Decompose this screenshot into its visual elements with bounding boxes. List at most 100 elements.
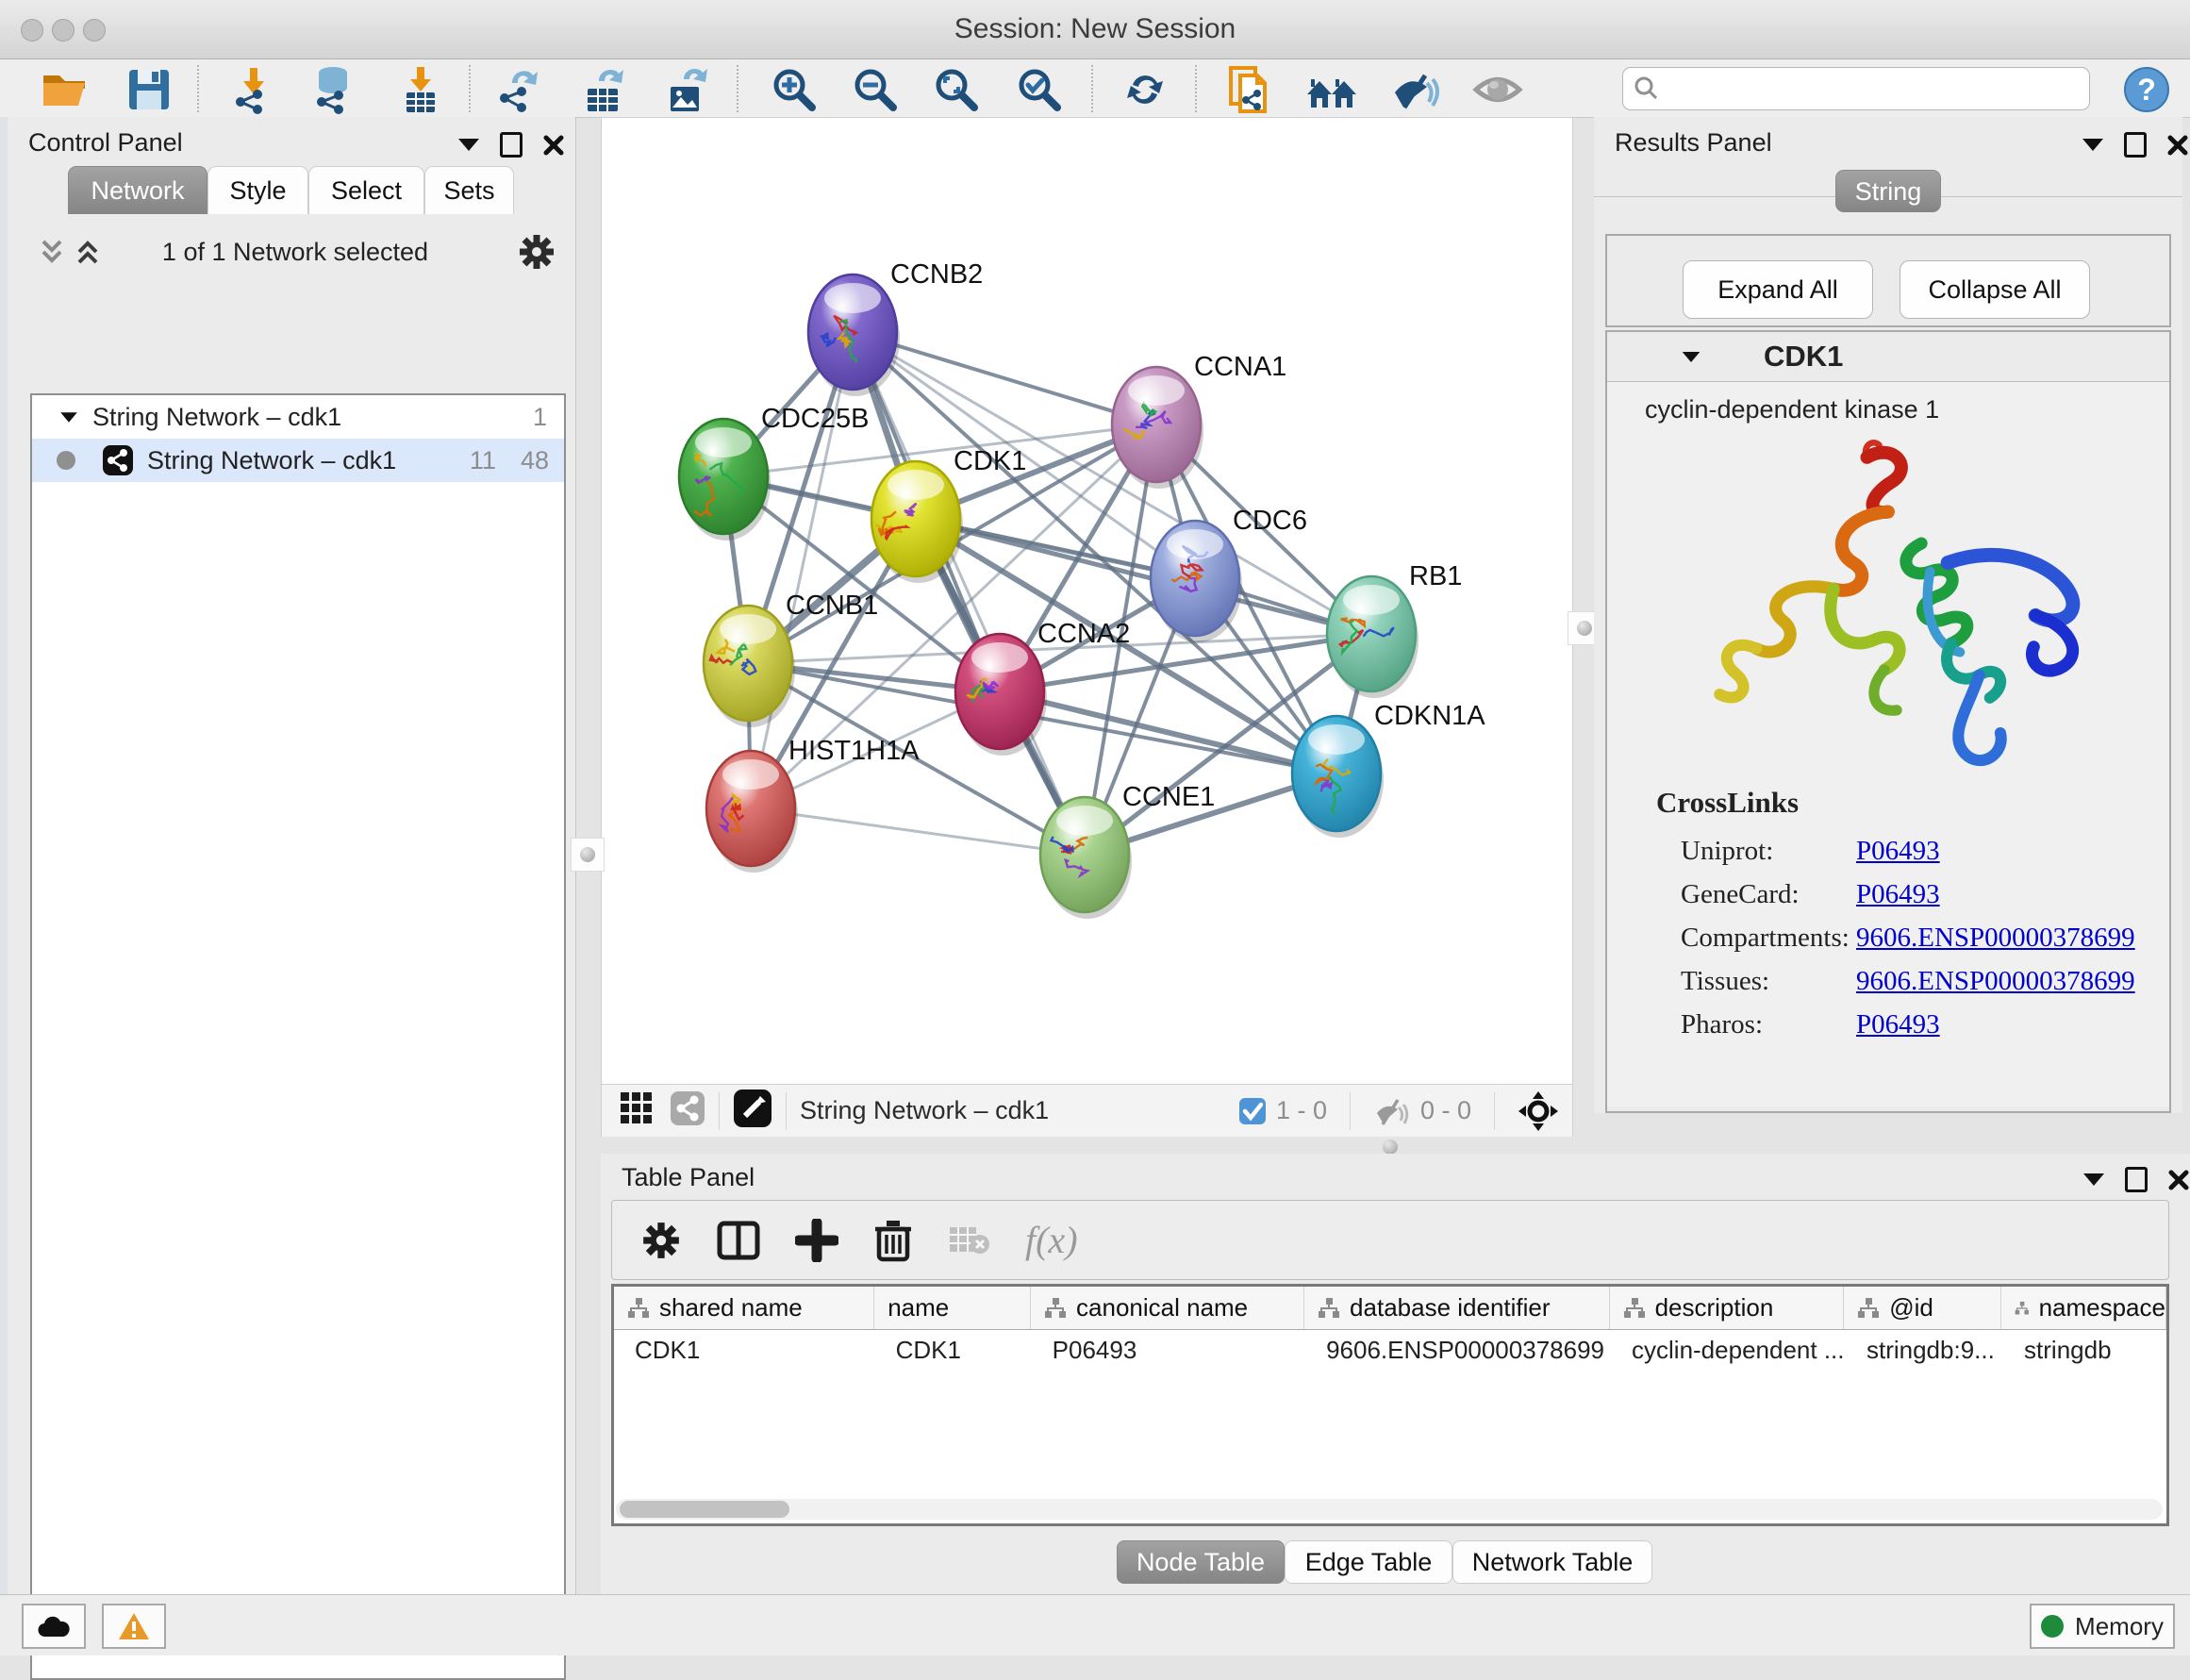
column-header-description[interactable]: description	[1610, 1287, 1845, 1329]
cell-canonical-name[interactable]: P06493	[1032, 1336, 1305, 1365]
tree-expand-icon[interactable]	[60, 412, 77, 422]
string-home-button[interactable]	[1303, 65, 1360, 114]
edge-CCNE1-HIST1H1A[interactable]	[751, 808, 1085, 855]
tab-sets[interactable]: Sets	[424, 166, 514, 214]
crosslink-value-link[interactable]: 9606.ENSP00000378699	[1856, 923, 2135, 954]
string-view-button[interactable]	[670, 1090, 705, 1131]
cloud-button[interactable]	[22, 1604, 86, 1649]
selected-checkbox-icon[interactable]	[1238, 1097, 1267, 1125]
float-panel-icon[interactable]	[2124, 132, 2147, 158]
grid-view-button[interactable]	[619, 1090, 655, 1131]
zoom-in-button[interactable]	[766, 65, 822, 114]
node-CDC6[interactable]: CDC6	[1151, 506, 1307, 642]
search-input[interactable]	[1670, 71, 2089, 107]
collapse-all-networks-button[interactable]	[72, 236, 104, 273]
table-options-gear-icon[interactable]	[640, 1220, 682, 1261]
horizontal-scrollbar[interactable]	[616, 1499, 2163, 1520]
column-header-canonical-name[interactable]: canonical name	[1031, 1287, 1304, 1329]
section-collapse-icon[interactable]	[1683, 351, 1701, 361]
export-image-button[interactable]	[658, 65, 715, 114]
node-CCNE1[interactable]: CCNE1	[1040, 782, 1215, 919]
node-table: shared namenamecanonical namedatabase id…	[611, 1284, 2169, 1526]
crosslink-row: Uniprot:P06493	[1607, 829, 2169, 873]
network-canvas[interactable]: CCNB2CCNA1CDC25BCDK1CDC6RB1CCNB1CCNA2CDK…	[602, 118, 1572, 1084]
crosslink-value-link[interactable]: P06493	[1856, 836, 1940, 867]
network-collection-row[interactable]: String Network – cdk1 1	[32, 395, 564, 439]
node-HIST1H1A[interactable]: HIST1H1A	[706, 736, 920, 873]
zoom-fit-button[interactable]	[928, 65, 985, 114]
refresh-layout-button[interactable]	[1117, 65, 1173, 114]
tab-style[interactable]: Style	[207, 166, 308, 214]
tab-network[interactable]: Network	[68, 166, 207, 214]
crosslink-value-link[interactable]: P06493	[1856, 1009, 1940, 1040]
collapse-panel-icon[interactable]	[2082, 139, 2103, 151]
column-label: description	[1655, 1293, 1774, 1322]
cell-namespace[interactable]: stringdb	[2003, 1336, 2166, 1365]
crosslink-row: Pharos:P06493	[1607, 1003, 2169, 1046]
tab-edge-table[interactable]: Edge Table	[1285, 1540, 1452, 1584]
close-panel-icon[interactable]	[2167, 135, 2188, 156]
tab-network-table[interactable]: Network Table	[1452, 1540, 1652, 1584]
import-network-from-database-button[interactable]	[306, 65, 362, 114]
show-columns-icon[interactable]	[716, 1218, 761, 1263]
zoom-selected-button[interactable]	[1011, 65, 1068, 114]
close-panel-icon[interactable]	[2168, 1170, 2189, 1190]
network-label: String Network – cdk1	[147, 446, 396, 475]
hide-annotations-button[interactable]	[1386, 65, 1443, 114]
expand-all-networks-button[interactable]	[36, 236, 68, 273]
crosslink-value-link[interactable]: 9606.ENSP00000378699	[1856, 966, 2135, 997]
selected-node-edge-count: 1 - 0	[1276, 1096, 1327, 1125]
tab-string[interactable]: String	[1835, 170, 1941, 212]
create-column-plus-icon[interactable]	[795, 1219, 838, 1262]
collapse-panel-icon[interactable]	[2083, 1173, 2104, 1186]
export-image-icon	[661, 64, 712, 115]
close-panel-icon[interactable]	[543, 135, 564, 156]
show-annotations-button[interactable]	[1469, 65, 1526, 114]
tab-node-table[interactable]: Node Table	[1117, 1540, 1285, 1584]
crosslink-value-link[interactable]: P06493	[1856, 879, 1940, 910]
tab-select[interactable]: Select	[308, 166, 424, 214]
node-CDC25B[interactable]: CDC25B	[679, 404, 869, 541]
export-table-button[interactable]	[575, 65, 632, 114]
column-header-namespace[interactable]: namespace	[2001, 1287, 2166, 1329]
warning-button[interactable]	[102, 1604, 166, 1649]
cell-shared-name[interactable]: CDK1	[614, 1336, 875, 1365]
table-row[interactable]: CDK1CDK1P064939606.ENSP00000378699cyclin…	[614, 1330, 2166, 1370]
edge-CCNB2-CCNE1[interactable]	[853, 332, 1085, 855]
network-row-selected[interactable]: String Network – cdk1 11 48	[32, 439, 564, 482]
zoom-out-button[interactable]	[847, 65, 904, 114]
column-header-name[interactable]: name	[874, 1287, 1031, 1329]
float-panel-icon[interactable]	[2125, 1167, 2148, 1192]
cell-description[interactable]: cyclin-dependent ...	[1611, 1336, 1846, 1365]
scrollbar-thumb[interactable]	[620, 1501, 789, 1518]
network-options-button[interactable]	[517, 232, 556, 276]
column-header--id[interactable]: @id	[1844, 1287, 2001, 1329]
export-network-button[interactable]	[490, 65, 547, 114]
open-session-button[interactable]	[36, 65, 92, 114]
expand-all-button[interactable]: Expand All	[1683, 260, 1873, 319]
save-session-button[interactable]	[121, 65, 177, 114]
node-CCNB2[interactable]: CCNB2	[808, 259, 983, 396]
left-splitter-handle[interactable]	[571, 838, 605, 872]
column-header-shared-name[interactable]: shared name	[614, 1287, 874, 1329]
help-button[interactable]: ?	[2118, 65, 2175, 114]
node-RB1[interactable]: RB1	[1327, 561, 1462, 698]
column-header-database-identifier[interactable]: database identifier	[1304, 1287, 1610, 1329]
cell-database-identifier[interactable]: 9606.ENSP00000378699	[1305, 1336, 1611, 1365]
import-table-button[interactable]	[392, 65, 449, 114]
collapse-panel-icon[interactable]	[458, 139, 479, 151]
edge-CDK1-RB1[interactable]	[916, 519, 1371, 634]
memory-button[interactable]: Memory	[2030, 1604, 2175, 1649]
import-network-button[interactable]	[224, 65, 281, 114]
share-document-button[interactable]	[1220, 65, 1277, 114]
delete-column-trash-icon[interactable]	[872, 1218, 914, 1263]
float-panel-icon[interactable]	[500, 132, 523, 158]
bottom-splitter-handle[interactable]	[1383, 1139, 1398, 1155]
collapse-all-button[interactable]: Collapse All	[1900, 260, 2090, 319]
node-CDKN1A[interactable]: CDKN1A	[1292, 701, 1485, 838]
cell--id[interactable]: stringdb:9...	[1846, 1336, 2003, 1365]
delete-table-icon	[948, 1223, 991, 1257]
birdseye-view-button[interactable]	[733, 1089, 772, 1133]
fit-content-icon[interactable]	[1518, 1090, 1559, 1132]
cell-name[interactable]: CDK1	[875, 1336, 1032, 1365]
